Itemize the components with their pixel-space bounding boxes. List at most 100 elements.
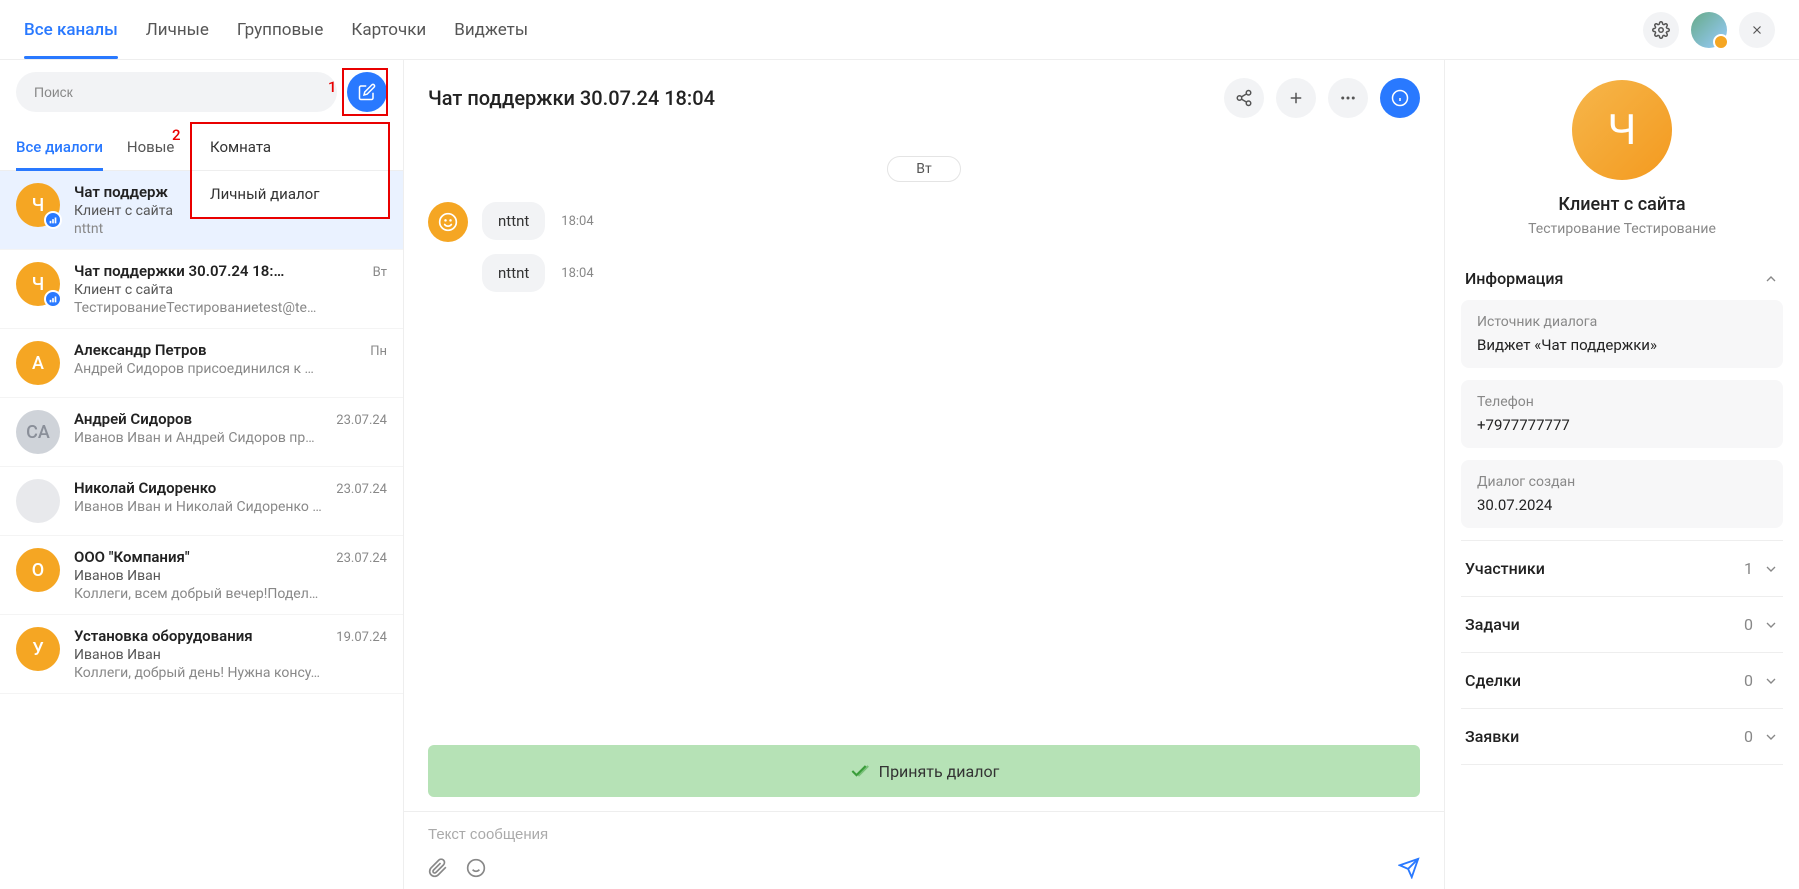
dropdown-item-private[interactable]: Личный диалог <box>192 170 388 217</box>
accept-dialog-button[interactable]: Принять диалог <box>428 745 1420 797</box>
dialog-sub: Иванов Иван <box>74 647 387 663</box>
dialog-item[interactable]: ЧЧат поддержки 30.07.24 18:…ВтКлиент с с… <box>0 250 403 329</box>
annotation-label-1: 1 <box>328 78 337 96</box>
dialog-item[interactable]: СА Андрей Сидоров 23.07.24 Иванов Иван и Ан… <box>0 398 403 467</box>
search-input[interactable] <box>16 72 337 112</box>
add-button[interactable] <box>1276 78 1316 118</box>
dialog-title: Чат поддерж <box>74 183 168 201</box>
dialog-preview: Андрей Сидоров присоединился к … <box>74 361 387 377</box>
dialog-title: Александр Петров <box>74 341 206 359</box>
check-icon <box>849 761 869 781</box>
user-avatar[interactable] <box>1691 12 1727 48</box>
share-button[interactable] <box>1224 78 1264 118</box>
send-button[interactable] <box>1398 857 1420 879</box>
subnav-item[interactable]: Все диалоги <box>16 124 103 170</box>
bot-icon <box>438 212 458 232</box>
topnav: Все каналы Личные Групповые Карточки Виджеты <box>24 2 528 58</box>
dropdown-item-room[interactable]: Комната <box>192 124 388 170</box>
dialog-title: ООО "Компания" <box>74 548 190 566</box>
chevron-down-icon <box>1763 617 1779 633</box>
compose-icon <box>358 83 376 101</box>
topnav-item[interactable]: Все каналы <box>24 2 118 58</box>
section-header[interactable]: Заявки0 <box>1461 715 1783 758</box>
dialog-preview: ТестированиеТестированиеtest@te… <box>74 300 387 316</box>
compose-button[interactable] <box>347 72 387 112</box>
more-icon <box>1339 89 1357 107</box>
dialog-item[interactable]: ААлександр ПетровПнАндрей Сидоров присое… <box>0 329 403 398</box>
dialog-item[interactable]: Николай Сидоренко23.07.24Иванов Иван и Н… <box>0 467 403 536</box>
info-label: Источник диалога <box>1477 314 1767 330</box>
subnav-item[interactable]: Новые <box>127 124 174 170</box>
attach-button[interactable] <box>428 858 448 878</box>
close-icon <box>1750 23 1764 37</box>
info-panel[interactable]: Ч Клиент с сайта Тестирование Тестирован… <box>1445 60 1799 889</box>
dialog-item[interactable]: О ООО "Компания" 23.07.24 Иванов Иван Коллег… <box>0 536 403 615</box>
topnav-item[interactable]: Виджеты <box>454 2 528 58</box>
dialog-avatar: СА <box>16 410 60 454</box>
chat-panel: Чат поддержки 30.07.24 18:04 Вт nttnt18:… <box>404 60 1445 889</box>
dialog-title: Чат поддержки 30.07.24 18:… <box>74 262 284 280</box>
share-icon <box>1235 89 1253 107</box>
accept-label: Принять диалог <box>879 762 1000 781</box>
topnav-item[interactable]: Групповые <box>237 2 324 58</box>
dialog-avatar <box>16 479 60 523</box>
more-button[interactable] <box>1328 78 1368 118</box>
message-time: 18:04 <box>561 266 593 281</box>
dialog-preview: Коллеги, добрый день! Нужна консу… <box>74 665 387 681</box>
composer <box>404 811 1444 889</box>
settings-button[interactable] <box>1643 12 1679 48</box>
dialog-list[interactable]: ЧЧат поддержКлиент с сайтаnttntЧЧат подд… <box>0 171 403 889</box>
info-label: Телефон <box>1477 394 1767 410</box>
dialog-preview: Иванов Иван и Андрей Сидоров пр… <box>74 430 387 446</box>
compose-dropdown: Комната Личный диалог <box>190 122 390 219</box>
dialog-avatar: Ч <box>16 183 60 227</box>
message-bubble: nttnt <box>482 202 545 240</box>
info-icon <box>1391 89 1409 107</box>
dialog-item[interactable]: У Установка оборудования 19.07.24 Иванов Ив… <box>0 615 403 694</box>
client-subtitle: Тестирование Тестирование <box>1461 221 1783 237</box>
topnav-item[interactable]: Личные <box>146 2 209 58</box>
section-header[interactable]: Сделки0 <box>1461 659 1783 702</box>
dialog-avatar: А <box>16 341 60 385</box>
gear-icon <box>1652 21 1670 39</box>
section-information[interactable]: Информация <box>1461 257 1783 300</box>
chevron-down-icon <box>1763 729 1779 745</box>
section-header[interactable]: Участники1 <box>1461 547 1783 590</box>
dialog-time: 23.07.24 <box>336 551 387 566</box>
dialog-title: Андрей Сидоров <box>74 410 192 428</box>
info-label: Диалог создан <box>1477 474 1767 490</box>
info-value: 30.07.2024 <box>1477 496 1767 514</box>
info-button[interactable] <box>1380 78 1420 118</box>
dialog-time: 23.07.24 <box>336 482 387 497</box>
dialog-time: 19.07.24 <box>336 630 387 645</box>
message-input[interactable] <box>428 826 1420 843</box>
dialog-preview: Коллеги, всем добрый вечер!Подел… <box>74 586 387 602</box>
topnav-item[interactable]: Карточки <box>351 2 426 58</box>
chevron-down-icon <box>1763 561 1779 577</box>
dialog-preview: nttnt <box>74 221 387 237</box>
section-header[interactable]: Задачи0 <box>1461 603 1783 646</box>
close-button[interactable] <box>1739 12 1775 48</box>
info-card: Диалог создан 30.07.2024 <box>1461 460 1783 528</box>
chat-body[interactable]: Вт nttnt18:04nttnt18:04 <box>404 136 1444 745</box>
dialog-title: Установка оборудования <box>74 627 253 645</box>
emoji-button[interactable] <box>466 858 486 878</box>
info-value: +7977777777 <box>1477 416 1767 434</box>
sidebar: 1 2 Комната Личный диалог Все диалогиНов… <box>0 60 404 889</box>
chevron-down-icon <box>1763 673 1779 689</box>
dialog-sub: Иванов Иван <box>74 568 387 584</box>
dialog-avatar: О <box>16 548 60 592</box>
message-time: 18:04 <box>561 214 593 229</box>
client-name: Клиент с сайта <box>1461 194 1783 215</box>
info-value: Виджет «Чат поддержки» <box>1477 336 1767 354</box>
chat-title: Чат поддержки 30.07.24 18:04 <box>428 86 715 110</box>
topbar: Все каналы Личные Групповые Карточки Виджеты <box>0 0 1799 60</box>
dialog-avatar: У <box>16 627 60 671</box>
dialog-avatar: Ч <box>16 262 60 306</box>
dialog-time: 23.07.24 <box>336 413 387 428</box>
dialog-time: Вт <box>373 265 387 280</box>
chevron-up-icon <box>1763 271 1779 287</box>
message-avatar <box>428 202 468 242</box>
info-card: Телефон +7977777777 <box>1461 380 1783 448</box>
client-avatar: Ч <box>1572 80 1672 180</box>
